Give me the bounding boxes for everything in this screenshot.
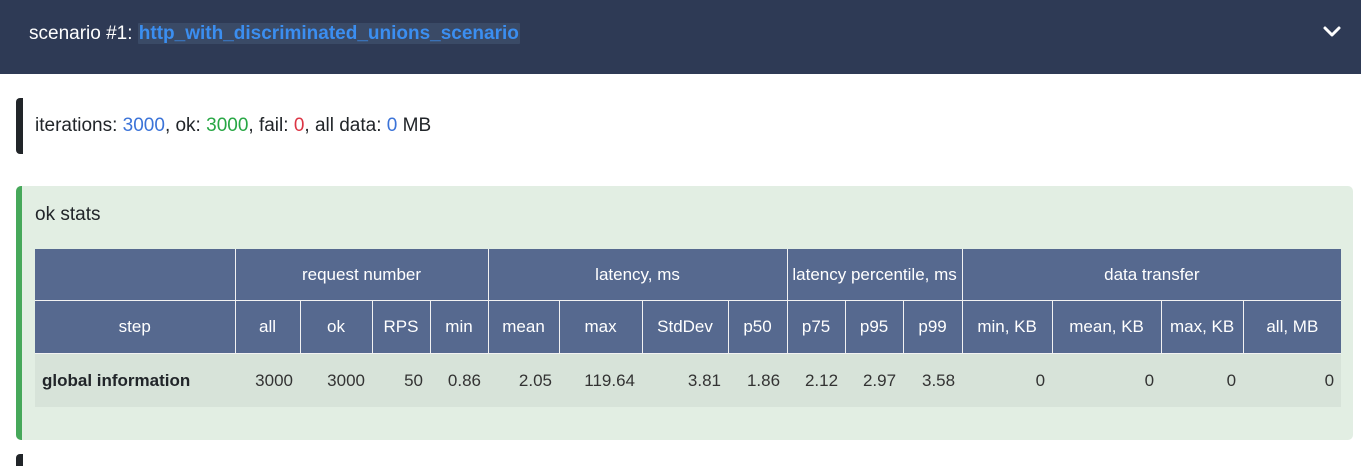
column-header-step: step bbox=[35, 300, 235, 354]
column-header-all-mb: all, MB bbox=[1242, 300, 1342, 354]
column-header-stddev: StdDev bbox=[641, 300, 729, 354]
summary-text: iterations: 3000, ok: 3000, fail: 0, all… bbox=[35, 114, 431, 138]
data-value: 0 bbox=[386, 115, 398, 136]
ok-stats-title: ok stats bbox=[35, 204, 101, 225]
fail-value: 0 bbox=[293, 115, 305, 136]
summary-accent-bar bbox=[16, 98, 23, 154]
cell-all: 3000 bbox=[235, 353, 300, 407]
ok-stats-accent-bar bbox=[16, 186, 22, 440]
table-group-header-row: request number latency, ms latency perce… bbox=[35, 249, 1342, 301]
cell-mean-kb: 0 bbox=[1052, 353, 1162, 407]
cell-p50: 1.86 bbox=[728, 353, 788, 407]
column-header-min: min bbox=[429, 300, 489, 354]
cell-max: 119.64 bbox=[559, 353, 643, 407]
cell-max-kb: 0 bbox=[1161, 353, 1244, 407]
ok-stats-panel: ok stats request number latency, ms late… bbox=[16, 186, 1353, 440]
cell-p99: 3.58 bbox=[903, 353, 963, 407]
scenario-summary: iterations: 3000, ok: 3000, fail: 0, all… bbox=[16, 98, 1352, 154]
column-header-max: max bbox=[558, 300, 643, 354]
cell-p75: 2.12 bbox=[787, 353, 846, 407]
cell-all-mb: 0 bbox=[1243, 353, 1342, 407]
group-header-request-number: request number bbox=[234, 249, 489, 301]
table-row: global information 3000 3000 50 0.86 2.0… bbox=[35, 353, 1342, 407]
table-column-header-row: step all ok RPS min mean max StdDev p50 … bbox=[35, 300, 1342, 354]
column-header-ok: ok bbox=[299, 300, 372, 354]
column-header-p75: p75 bbox=[786, 300, 846, 354]
cell-step: global information bbox=[35, 353, 235, 407]
column-header-all: all bbox=[234, 300, 300, 354]
column-header-mean-kb: mean, KB bbox=[1051, 300, 1162, 354]
column-header-p99: p99 bbox=[902, 300, 963, 354]
group-header-data-transfer: data transfer bbox=[961, 249, 1342, 301]
cell-min-kb: 0 bbox=[962, 353, 1053, 407]
scenario-header[interactable]: scenario #1: http_with_discriminated_uni… bbox=[0, 0, 1361, 74]
group-header-latency-percentile: latency percentile, ms bbox=[786, 249, 963, 301]
next-section-accent-bar bbox=[16, 454, 23, 466]
cell-rps: 50 bbox=[372, 353, 430, 407]
scenario-name: http_with_discriminated_unions_scenario bbox=[137, 23, 520, 44]
data-unit: MB bbox=[397, 115, 432, 136]
iterations-value: 3000 bbox=[122, 115, 165, 136]
cell-min: 0.86 bbox=[430, 353, 489, 407]
column-header-mean: mean bbox=[487, 300, 560, 354]
column-header-rps: RPS bbox=[371, 300, 430, 354]
column-header-p50: p50 bbox=[727, 300, 788, 354]
scenario-title: scenario #1: http_with_discriminated_uni… bbox=[29, 22, 520, 46]
ok-value: 3000 bbox=[206, 115, 249, 136]
column-header-p95: p95 bbox=[844, 300, 904, 354]
ok-label: , ok: bbox=[164, 115, 207, 136]
group-header-latency: latency, ms bbox=[487, 249, 788, 301]
fail-label: , fail: bbox=[248, 115, 294, 136]
cell-p95: 2.97 bbox=[845, 353, 904, 407]
scenario-label: scenario #1: bbox=[29, 23, 138, 44]
cell-mean: 2.05 bbox=[488, 353, 560, 407]
column-header-max-kb: max, KB bbox=[1160, 300, 1244, 354]
iterations-label: iterations: bbox=[35, 115, 123, 136]
data-label: , all data: bbox=[304, 115, 387, 136]
cell-ok: 3000 bbox=[300, 353, 372, 407]
cell-stddev: 3.81 bbox=[642, 353, 729, 407]
chevron-down-icon[interactable] bbox=[1320, 20, 1344, 44]
header-empty-cell bbox=[35, 249, 235, 301]
ok-stats-table: request number latency, ms latency perce… bbox=[35, 249, 1342, 407]
column-header-min-kb: min, KB bbox=[961, 300, 1053, 354]
